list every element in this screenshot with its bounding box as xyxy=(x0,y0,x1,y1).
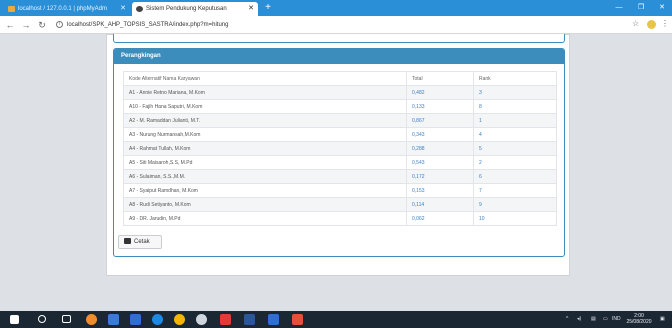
cell-name: A1 - Annie Retno Mariana, M.Kom xyxy=(123,85,407,100)
app-icon[interactable] xyxy=(292,314,303,325)
minimize-icon[interactable]: — xyxy=(608,0,630,16)
close-icon[interactable]: ✕ xyxy=(248,2,254,16)
cell-total: 0,062 xyxy=(406,211,474,226)
cell-rank: 3 xyxy=(473,85,557,100)
table-header-row: Kode Alternatif Nama Karyawan Total Rank xyxy=(123,71,557,86)
cell-rank: 1 xyxy=(473,113,557,128)
close-icon[interactable]: ✕ xyxy=(120,2,126,16)
cell-rank: 7 xyxy=(473,183,557,198)
cell-name: A10 - Fajih Hana Saputri, M.Kom xyxy=(123,99,407,114)
cell-name: A8 - Rudi Setiyanto, M.Kom xyxy=(123,197,407,212)
table-row: A3 - Nurung Nurmansah,M.Kom 0,343 4 xyxy=(123,127,557,142)
cell-name: A6 - Sulaiman, S.S.,M.M. xyxy=(123,169,407,184)
cell-rank: 4 xyxy=(473,127,557,142)
bookmark-star-icon[interactable]: ☆ xyxy=(632,19,639,28)
table-row: A9 - DR. Jarudin, M.Pd 0,062 10 xyxy=(123,211,557,226)
windows-taskbar: ^ ◂) ▤ ▭ IND 2:00 25/08/2020 ▣ xyxy=(0,311,672,328)
info-icon[interactable]: i xyxy=(56,20,63,28)
table-row: A10 - Fajih Hana Saputri, M.Kom 0,133 8 xyxy=(123,99,557,114)
cell-name: A3 - Nurung Nurmansah,M.Kom xyxy=(123,127,407,142)
tab-label: localhost / 127.0.0.1 | phpMyAdm xyxy=(18,6,107,12)
table-row: A8 - Rudi Setiyanto, M.Kom 0,114 9 xyxy=(123,197,557,212)
xampp-icon[interactable] xyxy=(220,314,231,325)
print-icon xyxy=(124,238,131,245)
cell-rank: 2 xyxy=(473,155,557,170)
cell-total: 0,114 xyxy=(406,197,474,212)
language-indicator[interactable]: IND xyxy=(612,311,621,328)
settings-gear-icon[interactable] xyxy=(196,314,207,325)
cell-total: 0,288 xyxy=(406,141,474,156)
table-row: A1 - Annie Retno Mariana, M.Kom 0,482 3 xyxy=(123,85,557,100)
network-icon[interactable]: ▤ xyxy=(591,311,596,328)
table-row: A6 - Sulaiman, S.S.,M.M. 0,172 6 xyxy=(123,169,557,184)
app-icon[interactable] xyxy=(268,314,279,325)
cell-total: 0,153 xyxy=(406,183,474,198)
clock-date: 25/08/2020 xyxy=(626,319,652,325)
window-close-icon[interactable]: ✕ xyxy=(651,0,672,16)
cell-rank: 9 xyxy=(473,197,557,212)
cell-total: 0,133 xyxy=(406,99,474,114)
cell-name: A4 - Rahmat Tullah, M.Kom xyxy=(123,141,407,156)
cell-rank: 5 xyxy=(473,141,557,156)
clock[interactable]: 2:00 25/08/2020 xyxy=(622,313,656,325)
panel-title: Perangkingan xyxy=(114,49,564,64)
cell-total: 0,482 xyxy=(406,85,474,100)
tab-label: Sistem Pendukung Keputusan xyxy=(146,6,227,12)
task-view-icon[interactable] xyxy=(62,315,71,323)
cell-total: 0,867 xyxy=(406,113,474,128)
menu-dots-icon[interactable]: ⋮ xyxy=(661,19,669,28)
mail-icon[interactable] xyxy=(130,314,141,325)
store-icon[interactable] xyxy=(108,314,119,325)
column-header-name: Kode Alternatif Nama Karyawan xyxy=(123,71,407,86)
edge-browser-icon[interactable] xyxy=(152,314,163,325)
app-icon[interactable] xyxy=(86,314,97,325)
cell-total: 0,343 xyxy=(406,127,474,142)
phpmyadmin-favicon-icon xyxy=(8,6,15,12)
ranking-panel: Perangkingan Kode Alternatif Nama Karyaw… xyxy=(113,48,565,257)
table-row: A5 - Siti Maisaroh,S.S, M.Pd 0,543 2 xyxy=(123,155,557,170)
print-button[interactable]: Cetak xyxy=(118,235,162,249)
print-button-label: Cetak xyxy=(134,239,150,245)
chrome-browser-icon[interactable] xyxy=(174,314,185,325)
tab-sistem-pendukung-keputusan[interactable]: Sistem Pendukung Keputusan ✕ xyxy=(132,2,258,16)
url-field[interactable]: i localhost/SPK_AHP_TOPSIS_SASTRA/index.p… xyxy=(56,19,636,31)
cell-name: A5 - Siti Maisaroh,S.S, M.Pd xyxy=(123,155,407,170)
table-row: A7 - Syaiput Ramdhan, M.Kom 0,153 7 xyxy=(123,183,557,198)
address-bar: ← → ↻ i localhost/SPK_AHP_TOPSIS_SASTRA/i… xyxy=(0,16,672,34)
tab-phpmyadmin[interactable]: localhost / 127.0.0.1 | phpMyAdm ✕ xyxy=(4,2,130,16)
forward-arrow-icon[interactable]: → xyxy=(20,19,32,31)
site-favicon-icon xyxy=(136,6,143,12)
browser-tab-strip: localhost / 127.0.0.1 | phpMyAdm ✕ Siste… xyxy=(0,0,672,16)
cell-rank: 8 xyxy=(473,99,557,114)
keyboard-icon[interactable]: ▭ xyxy=(603,311,608,328)
extension-icon[interactable] xyxy=(647,20,656,29)
cell-total: 0,543 xyxy=(406,155,474,170)
cell-total: 0,172 xyxy=(406,169,474,184)
restore-icon[interactable]: ❐ xyxy=(630,0,652,16)
cell-name: A2 - M. Ramaddan Julianti, M.T. xyxy=(123,113,407,128)
notification-icon[interactable]: ▣ xyxy=(660,311,665,328)
ranking-table: Kode Alternatif Nama Karyawan Total Rank… xyxy=(123,71,557,226)
reload-icon[interactable]: ↻ xyxy=(36,19,48,31)
url-text: localhost/SPK_AHP_TOPSIS_SASTRA/index.ph… xyxy=(67,22,229,28)
previous-panel-edge xyxy=(113,34,565,43)
cell-rank: 10 xyxy=(473,211,557,226)
column-header-rank: Rank xyxy=(473,71,557,86)
tray-chevron-up-icon[interactable]: ^ xyxy=(566,311,568,328)
table-row: A4 - Rahmat Tullah, M.Kom 0,288 5 xyxy=(123,141,557,156)
cell-name: A7 - Syaiput Ramdhan, M.Kom xyxy=(123,183,407,198)
table-row: A2 - M. Ramaddan Julianti, M.T. 0,867 1 xyxy=(123,113,557,128)
cell-name: A9 - DR. Jarudin, M.Pd xyxy=(123,211,407,226)
column-header-total: Total xyxy=(406,71,474,86)
new-tab-plus-icon[interactable]: + xyxy=(262,1,274,15)
back-arrow-icon[interactable]: ← xyxy=(4,19,16,31)
search-icon[interactable] xyxy=(38,315,46,323)
windows-start-icon[interactable] xyxy=(10,315,19,324)
word-icon[interactable] xyxy=(244,314,255,325)
volume-icon[interactable]: ◂) xyxy=(577,311,581,328)
cell-rank: 6 xyxy=(473,169,557,184)
